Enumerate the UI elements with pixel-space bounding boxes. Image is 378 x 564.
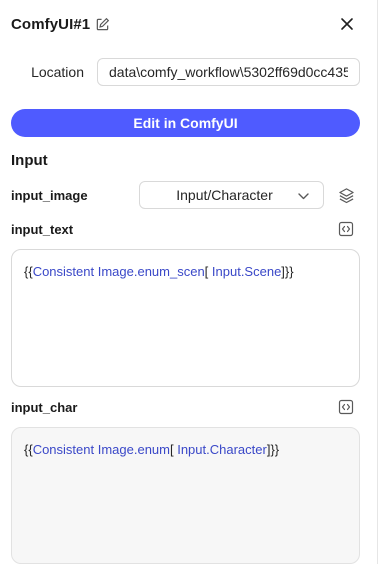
- panel-header: ComfyUI#1: [11, 13, 368, 35]
- location-label: Location: [31, 64, 84, 80]
- expr-close: ]}}: [266, 442, 280, 457]
- input-image-select[interactable]: Input/Character: [139, 181, 324, 209]
- code-brackets-icon[interactable]: [337, 398, 355, 416]
- input-char-editor[interactable]: {{Consistent Image.enum[ Input.Character…: [11, 427, 360, 564]
- expr-open: {{: [24, 264, 33, 279]
- edit-in-comfyui-button[interactable]: Edit in ComfyUI: [11, 109, 360, 137]
- close-icon[interactable]: [338, 15, 356, 33]
- expr-bracket: [: [204, 264, 212, 279]
- expr-reference: Input.Scene: [211, 264, 282, 279]
- input-text-editor[interactable]: {{Consistent Image.enum_scen[ Input.Scen…: [11, 249, 360, 387]
- field-label-input-image: input_image: [11, 188, 88, 203]
- panel-title: ComfyUI#1: [11, 15, 91, 33]
- expr-reference: Consistent Image.enum_scen: [32, 264, 205, 279]
- expr-reference: Input.Character: [177, 442, 267, 457]
- field-label-input-text: input_text: [11, 222, 74, 237]
- location-input[interactable]: [97, 58, 360, 86]
- code-brackets-icon[interactable]: [337, 220, 355, 238]
- select-value: Input/Character: [176, 187, 273, 203]
- node-properties-panel: ComfyUI#1 Location Edit in ComfyUI Input…: [0, 0, 378, 564]
- chevron-down-icon: [297, 190, 309, 202]
- pencil-square-icon[interactable]: [94, 16, 110, 32]
- expr-open: {{: [24, 442, 33, 457]
- expr-reference: Consistent Image.enum: [32, 442, 170, 457]
- layers-icon[interactable]: [337, 186, 355, 204]
- field-label-input-char: input_char: [11, 400, 78, 415]
- location-row: Location: [11, 58, 360, 86]
- expr-close: ]}}: [281, 264, 294, 279]
- section-title-input: Input: [11, 152, 48, 169]
